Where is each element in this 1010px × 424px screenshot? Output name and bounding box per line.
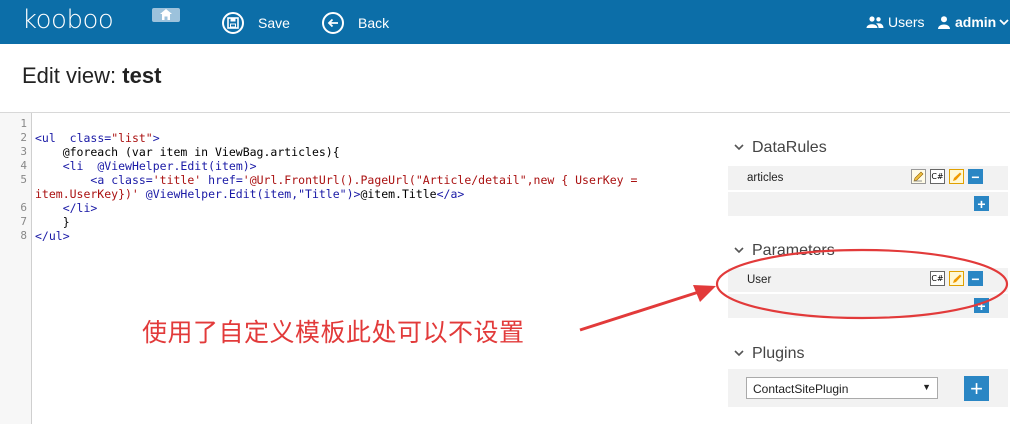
plugin-select[interactable]: ContactSitePlugin ▼ [746, 377, 938, 399]
csharp-icon[interactable]: C# [930, 271, 945, 286]
line-number-gutter: 1 2 3 4 5 6 7 8 [0, 113, 32, 424]
parameter-label: User [747, 274, 772, 286]
chevron-down-icon [734, 348, 744, 360]
chevron-down-icon [734, 142, 744, 154]
line-number: 7 [20, 215, 27, 228]
view-name: test [122, 63, 162, 88]
view-settings-panel: DataRules articles C# − + Parameters Use… [728, 113, 1010, 424]
back-arrow-icon [322, 12, 344, 34]
page-title: Edit view: test [22, 63, 162, 88]
csharp-icon[interactable]: C# [930, 169, 945, 184]
add-plugin-button[interactable]: + [964, 376, 989, 401]
pencil-icon[interactable] [949, 271, 964, 286]
line-number: 6 [20, 201, 27, 214]
users-label: Users [888, 14, 925, 30]
pencil-icon[interactable] [949, 169, 964, 184]
plugins-heading[interactable]: Plugins [734, 345, 804, 363]
code-content[interactable]: <ul class="list"> @foreach (var item in … [35, 131, 637, 243]
dropdown-arrow-icon: ▼ [922, 382, 931, 392]
line-number: 1 [20, 117, 27, 130]
save-button[interactable]: Save [222, 10, 290, 36]
top-bar: kooboo Save Back Users admin [0, 0, 1010, 44]
save-label: Save [258, 15, 290, 31]
user-icon [938, 15, 950, 29]
parameters-heading[interactable]: Parameters [734, 242, 835, 260]
chevron-down-icon [734, 245, 744, 257]
chevron-down-icon [999, 19, 1009, 26]
users-icon [866, 16, 884, 28]
line-number: 3 [20, 145, 27, 158]
back-label: Back [358, 15, 390, 31]
save-icon [222, 12, 244, 34]
add-parameter-icon[interactable]: + [974, 298, 989, 314]
add-datarule-icon[interactable]: + [974, 196, 989, 212]
admin-menu[interactable]: admin [938, 14, 1009, 30]
title-bar: Edit view: test [0, 44, 1010, 113]
users-link[interactable]: Users [866, 14, 925, 30]
kooboo-logo[interactable]: kooboo [22, 5, 114, 35]
datarules-heading[interactable]: DataRules [734, 139, 827, 157]
admin-label: admin [955, 14, 997, 30]
line-number: 4 [20, 159, 27, 172]
parameter-row: User C# − [728, 268, 1008, 292]
datarule-label: articles [747, 172, 784, 184]
remove-icon[interactable]: − [968, 271, 983, 286]
code-editor[interactable]: 1 2 3 4 5 6 7 8 <ul class="list"> @forea… [0, 113, 718, 424]
line-number: 8 [20, 229, 27, 242]
datarule-add-row: + [728, 192, 1008, 216]
datarule-row: articles C# − [728, 166, 1008, 190]
home-icon[interactable] [152, 8, 180, 22]
back-button[interactable]: Back [322, 10, 389, 36]
plugin-select-value: ContactSitePlugin [753, 382, 849, 396]
remove-icon[interactable]: − [968, 169, 983, 184]
parameter-add-row: + [728, 294, 1008, 318]
edit-datasource-icon[interactable] [911, 169, 926, 184]
line-number: 2 [20, 131, 27, 144]
annotation-text: 使用了自定义模板此处可以不设置 [142, 318, 525, 347]
line-number: 5 [20, 173, 27, 186]
